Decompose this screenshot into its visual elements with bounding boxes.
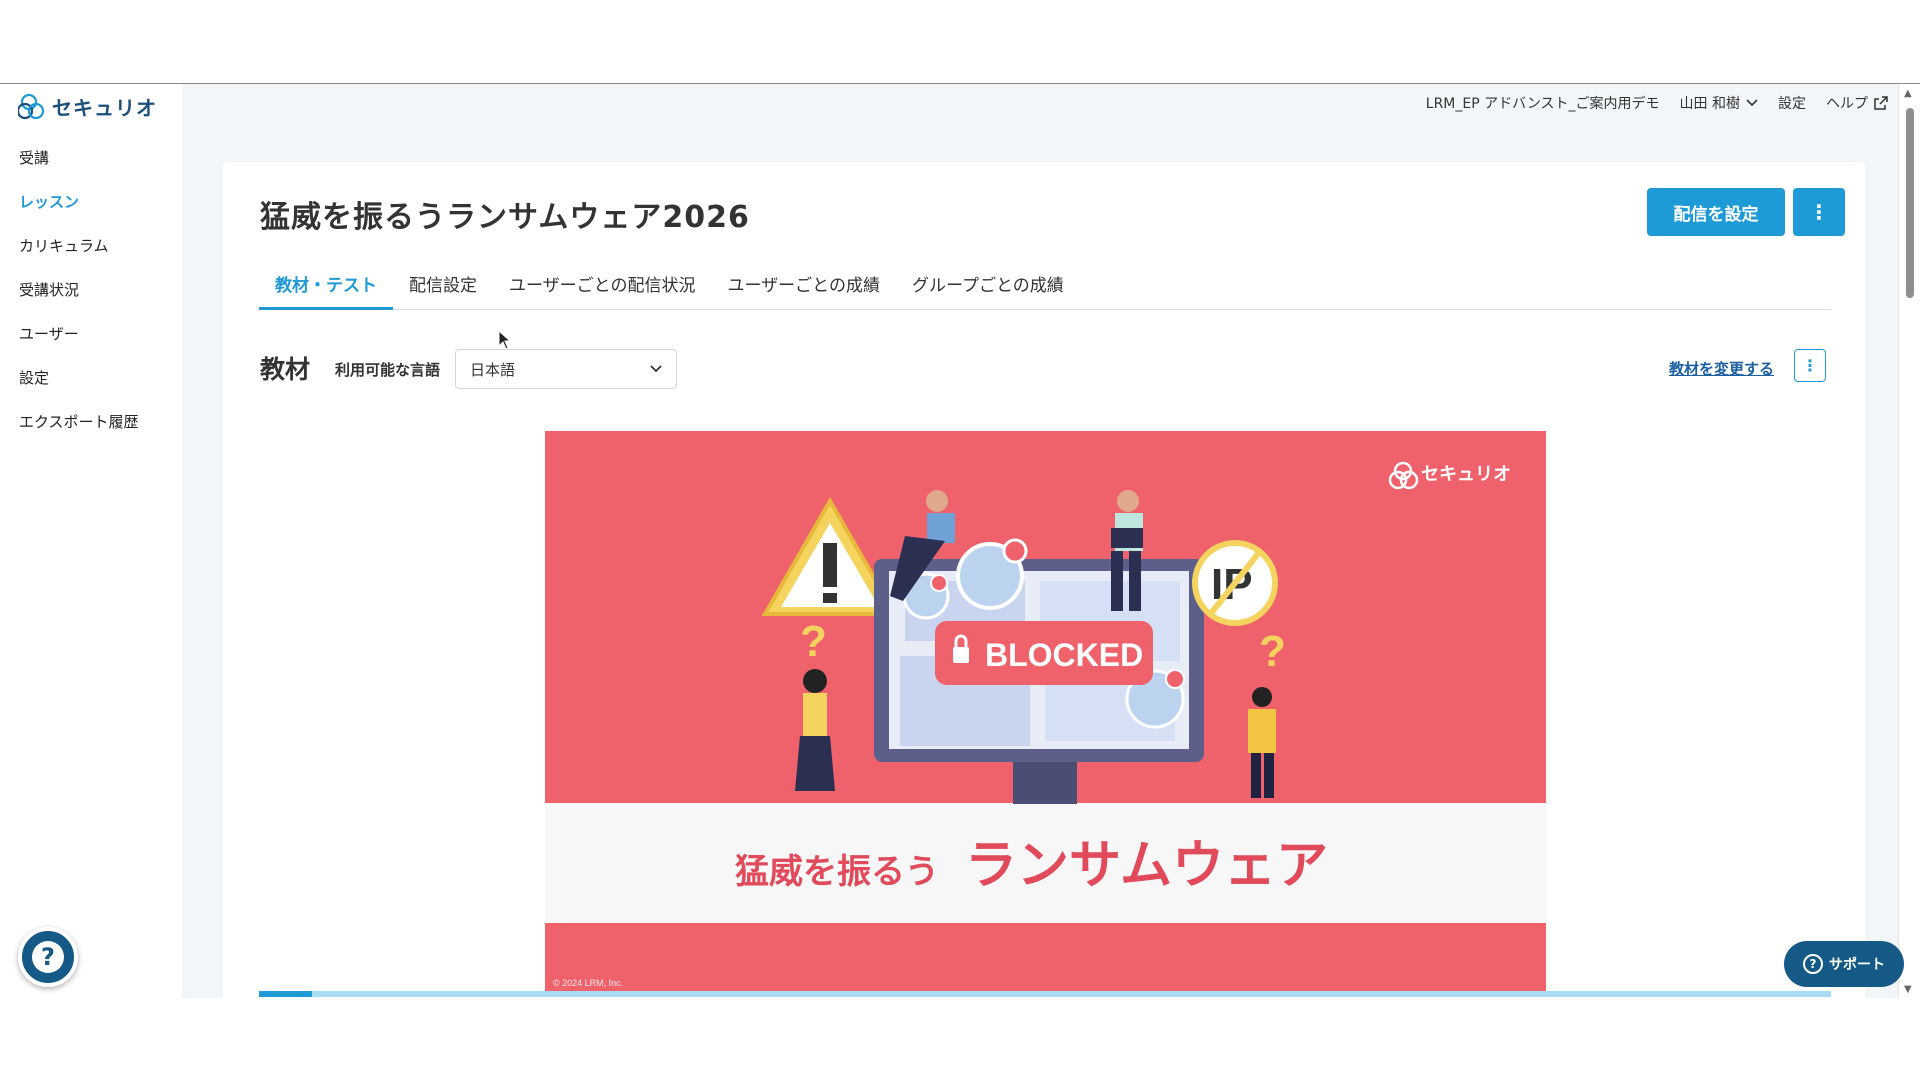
- tab-results-by-group[interactable]: グループごとの成績: [896, 266, 1080, 310]
- change-material-link[interactable]: 教材を変更する: [1669, 358, 1774, 379]
- language-select[interactable]: 日本語: [455, 349, 677, 389]
- help-fab-button[interactable]: ?: [18, 927, 78, 987]
- app-window: セキュリオ 受講 レッスン カリキュラム 受講状況 ユーザー 設定 エクスポート…: [0, 83, 1920, 998]
- kebab-icon: ⋮: [1802, 356, 1818, 375]
- question-icon: ?: [32, 941, 64, 973]
- material-progress-bar[interactable]: [259, 991, 1831, 997]
- tab-delivery-status-by-user[interactable]: ユーザーごとの配信状況: [493, 266, 712, 310]
- more-options-button[interactable]: ⋮: [1793, 188, 1845, 236]
- svg-text:?: ?: [800, 617, 827, 666]
- sidebar-item-users[interactable]: ユーザー: [0, 312, 182, 356]
- sidebar-item-export-history[interactable]: エクスポート履歴: [0, 400, 182, 444]
- tab-delivery-settings[interactable]: 配信設定: [393, 266, 493, 310]
- tab-materials-tests[interactable]: 教材・テスト: [259, 266, 393, 310]
- material-progress-fill: [259, 991, 313, 997]
- user-menu[interactable]: 山田 和樹: [1680, 93, 1758, 113]
- section-title-materials: 教材: [260, 355, 311, 384]
- slide-illustration: BLOCKED IP ? ?: [545, 431, 1546, 992]
- page-title: 猛威を振るうランサムウェア2026: [260, 200, 750, 235]
- brand-logo-icon: [18, 93, 45, 119]
- configure-delivery-button[interactable]: 配信を設定: [1647, 188, 1785, 236]
- logo[interactable]: セキュリオ: [18, 92, 157, 121]
- question-icon: ?: [1803, 954, 1823, 974]
- tab-results-by-user[interactable]: ユーザーごとの成績: [712, 266, 897, 310]
- scroll-thumb[interactable]: [1906, 108, 1914, 298]
- scroll-down-icon[interactable]: ▼: [1904, 984, 1912, 995]
- help-link[interactable]: ヘルプ: [1826, 93, 1888, 113]
- tab-bar: 教材・テスト 配信設定 ユーザーごとの配信状況 ユーザーごとの成績 グループごと…: [259, 266, 1831, 310]
- settings-label: 設定: [1778, 96, 1806, 112]
- help-label: ヘルプ: [1826, 96, 1868, 112]
- support-button[interactable]: ? サポート: [1784, 941, 1904, 987]
- settings-link[interactable]: 設定: [1778, 93, 1806, 113]
- sidebar-nav: 受講 レッスン カリキュラム 受講状況 ユーザー 設定 エクスポート履歴: [0, 136, 182, 444]
- material-options-button[interactable]: ⋮: [1794, 349, 1826, 382]
- svg-text:?: ?: [1259, 627, 1286, 676]
- org-switcher[interactable]: LRM_EP アドバンスト_ご案内用デモ: [1426, 93, 1660, 113]
- main-card: 猛威を振るうランサムウェア2026 配信を設定 ⋮ 教材・テスト 配信設定 ユー…: [222, 162, 1866, 998]
- org-name: LRM_EP アドバンスト_ご案内用デモ: [1425, 96, 1660, 112]
- user-name: 山田 和樹: [1679, 96, 1740, 112]
- sidebar-item-settings[interactable]: 設定: [0, 356, 182, 400]
- blocked-badge: BLOCKED: [935, 621, 1153, 685]
- slide-brand-text: セキュリオ: [1421, 464, 1511, 484]
- sidebar-item-attend[interactable]: 受講: [0, 136, 182, 180]
- sidebar-item-attendance-status[interactable]: 受講状況: [0, 268, 182, 312]
- brand-name: セキュリオ: [52, 96, 157, 120]
- material-slide-preview[interactable]: BLOCKED IP ? ?: [545, 431, 1546, 992]
- external-link-icon: [1874, 96, 1888, 110]
- sidebar: セキュリオ 受講 レッスン カリキュラム 受講状況 ユーザー 設定 エクスポート…: [0, 84, 182, 998]
- page-scrollbar[interactable]: ▲ ▼: [1898, 84, 1920, 998]
- sidebar-item-lessons[interactable]: レッスン: [0, 180, 182, 224]
- mouse-cursor-icon: [498, 330, 512, 350]
- support-label: サポート: [1829, 957, 1885, 973]
- sidebar-item-curriculum[interactable]: カリキュラム: [0, 224, 182, 268]
- slide-copyright: © 2024 LRM, Inc.: [553, 978, 623, 988]
- chevron-down-icon: [650, 365, 662, 373]
- language-selected-value: 日本語: [470, 360, 516, 379]
- scroll-up-icon[interactable]: ▲: [1904, 88, 1912, 99]
- slide-title-large: ランサムウェア: [965, 836, 1328, 896]
- blocked-text: BLOCKED: [985, 637, 1143, 673]
- kebab-icon: ⋮: [1809, 200, 1829, 224]
- chevron-down-icon: [1746, 99, 1758, 107]
- slide-title-small: 猛威を振るう: [735, 852, 939, 892]
- topbar: LRM_EP アドバンスト_ご案内用デモ 山田 和樹 設定 ヘルプ: [182, 84, 1898, 122]
- ip-prohibited-icon: IP: [1192, 540, 1278, 626]
- language-label: 利用可能な言語: [335, 361, 441, 379]
